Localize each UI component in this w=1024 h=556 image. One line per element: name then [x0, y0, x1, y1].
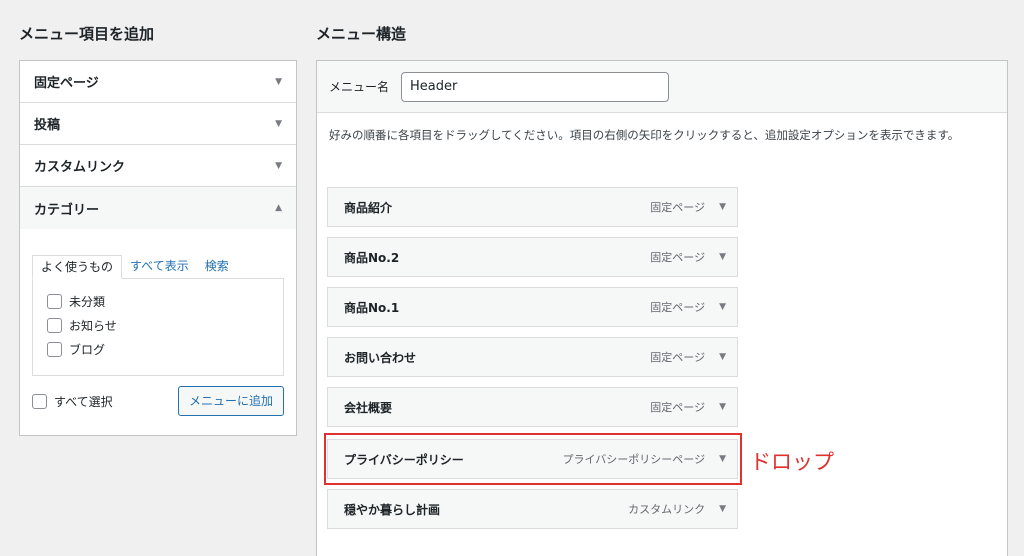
category-item: ブログ [47, 337, 269, 361]
drag-instructions: 好みの順番に各項目をドラッグしてください。項目の右側の矢印をクリックすると、追加… [329, 128, 960, 142]
drop-annotation-label: ドロップ [750, 450, 834, 474]
menu-item-title: 会社概要 [344, 400, 393, 415]
menu-item-type: 固定ページ [650, 251, 706, 264]
chevron-down-icon[interactable]: ▼ [719, 302, 726, 312]
tab-search[interactable]: 検索 [197, 255, 237, 279]
category-checkbox[interactable] [47, 293, 62, 309]
category-tabs: よく使うもの すべて表示 検索 [32, 255, 284, 279]
menu-structure-heading: メニュー構造 [316, 25, 407, 43]
chevron-down-icon: ▼ [275, 76, 282, 87]
select-all-label: すべて選択 [54, 394, 113, 409]
menu-item[interactable]: 商品No.2 固定ページ ▼ [327, 237, 738, 277]
category-item: 未分類 [47, 289, 269, 313]
menu-item-title: 商品紹介 [344, 200, 393, 215]
accordion-posts[interactable]: 投稿 ▼ [20, 103, 296, 145]
menu-item-title: 穏やか暮らし計画 [344, 502, 441, 517]
menu-item[interactable]: 商品No.1 固定ページ ▼ [327, 287, 738, 327]
chevron-down-icon[interactable]: ▼ [719, 454, 726, 464]
accordion-custom-links[interactable]: カスタムリンク ▼ [20, 145, 296, 187]
menu-item-title: お問い合わせ [344, 350, 417, 365]
category-checklist: 未分類 お知らせ ブログ [32, 278, 284, 376]
chevron-up-icon: ▲ [275, 203, 282, 213]
tab-most-used[interactable]: よく使うもの [32, 255, 123, 279]
menu-item[interactable]: お問い合わせ 固定ページ ▼ [327, 337, 738, 377]
menu-structure-panel: メニュー名 Header 好みの順番に各項目をドラッグしてください。項目の右側の… [316, 60, 1008, 556]
category-label: お知らせ [69, 318, 117, 333]
tab-view-all[interactable]: すべて表示 [122, 255, 197, 279]
add-menu-items-heading: メニュー項目を追加 [19, 25, 155, 43]
category-label: ブログ [69, 342, 106, 357]
chevron-down-icon[interactable]: ▼ [719, 202, 726, 212]
select-all-checkbox[interactable] [32, 393, 47, 409]
add-menu-items-panel: 固定ページ ▼ 投稿 ▼ カスタムリンク ▼ カテゴリー ▲ よく使うもの すべ… [19, 60, 297, 436]
accordion-categories-label: カテゴリー [34, 202, 100, 218]
accordion-categories[interactable]: カテゴリー ▲ [20, 187, 296, 229]
menu-item-title: 商品No.1 [344, 300, 400, 315]
menu-item[interactable]: 会社概要 固定ページ ▼ [327, 387, 738, 427]
menu-item-title: 商品No.2 [344, 250, 400, 265]
menu-item-type: 固定ページ [650, 301, 706, 314]
chevron-down-icon[interactable]: ▼ [719, 402, 726, 412]
chevron-down-icon: ▼ [275, 160, 282, 171]
select-all[interactable]: すべて選択 [32, 393, 113, 410]
menu-item[interactable]: 商品紹介 固定ページ ▼ [327, 187, 738, 227]
categories-panel: よく使うもの すべて表示 検索 未分類 お知らせ ブログ すべて選択 メニューに… [20, 229, 296, 416]
menu-name-bar: メニュー名 Header [317, 61, 1007, 113]
menu-item-type: カスタムリンク [628, 503, 706, 516]
chevron-down-icon[interactable]: ▼ [719, 352, 726, 362]
menu-item-type: プライバシーポリシーページ [562, 453, 706, 466]
accordion-posts-label: 投稿 [34, 118, 61, 133]
category-checkbox[interactable] [47, 317, 62, 333]
chevron-down-icon: ▼ [275, 118, 282, 129]
menu-item-type: 固定ページ [650, 201, 706, 214]
categories-footer: すべて選択 メニューに追加 [32, 386, 284, 416]
accordion-pages[interactable]: 固定ページ ▼ [20, 61, 296, 103]
menu-item-dropped[interactable]: プライバシーポリシー プライバシーポリシーページ ▼ [327, 439, 738, 479]
add-to-menu-button[interactable]: メニューに追加 [177, 386, 284, 416]
menu-item[interactable]: 穏やか暮らし計画 カスタムリンク ▼ [327, 489, 738, 529]
category-item: お知らせ [47, 313, 269, 337]
category-label: 未分類 [69, 294, 106, 309]
accordion-pages-label: 固定ページ [34, 76, 99, 91]
chevron-down-icon[interactable]: ▼ [719, 252, 726, 262]
menu-item-type: 固定ページ [650, 351, 706, 364]
menu-item-type: 固定ページ [650, 401, 706, 414]
menu-name-label: メニュー名 [329, 80, 390, 94]
category-checkbox[interactable] [47, 341, 62, 357]
menu-item-title: プライバシーポリシー [344, 452, 464, 467]
menu-name-input[interactable]: Header [401, 71, 670, 102]
accordion-custom-links-label: カスタムリンク [34, 160, 126, 175]
chevron-down-icon[interactable]: ▼ [719, 504, 726, 514]
